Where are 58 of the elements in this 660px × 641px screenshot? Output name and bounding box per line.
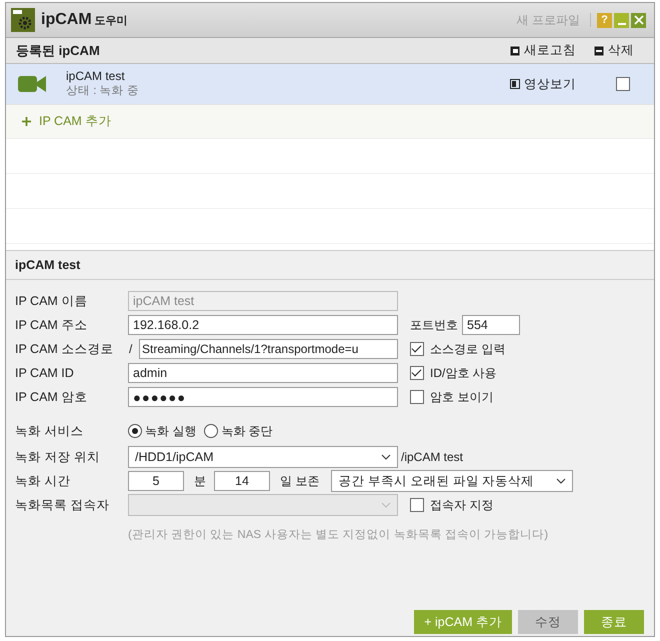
radio-label: 녹화 중단 [221,422,273,440]
field-label: IP CAM 이름 [15,292,88,310]
checkbox-label: 소스경로 입력 [430,340,506,358]
minus-square-icon [594,46,604,56]
field-label: 녹화 서비스 [15,422,84,440]
refresh-button[interactable]: 새로고침 [510,42,576,59]
chevron-down-icon [381,454,391,460]
checkbox-label: ID/암호 사용 [430,364,497,382]
camera-checkbox[interactable] [616,77,630,91]
radio-button[interactable] [204,424,218,438]
days-field[interactable]: 14 [214,471,270,491]
id-field[interactable]: admin [128,363,398,383]
checkbox[interactable] [410,390,424,404]
close-button[interactable] [631,12,646,28]
close-icon [632,13,646,27]
list-title: 등록된 ipCAM [16,42,100,60]
field-label: IP CAM 주소 [15,316,88,334]
radio-button[interactable] [128,424,142,438]
field-label: 녹화목록 접속자 [15,496,110,514]
checkbox[interactable] [410,342,424,356]
chevron-down-icon [556,478,566,484]
view-video-button[interactable]: 영상보기 [510,76,576,92]
checkbox[interactable] [410,366,424,380]
path-suffix: /ipCAM test [401,450,464,464]
policy-dropdown[interactable]: 공간 부족시 오래된 파일 자동삭제 [331,470,574,492]
password-field[interactable]: ●●●●●● [128,387,398,407]
app-logo-icon [11,8,35,32]
field-label: 녹화 시간 [15,472,72,490]
location-dropdown[interactable]: /HDD1/ipCAM [128,446,398,468]
checkbox-label: 암호 보이기 [430,388,494,406]
camera-name: ipCAM test [66,69,126,84]
source-path-field[interactable]: Streaming/Channels/1?transportmode=u [139,339,398,359]
unit-label: 분 [194,472,206,490]
path-prefix: / [129,342,134,356]
video-icon [510,79,520,89]
window-subtitle: 도우미 [94,14,128,28]
video-camera-icon [18,74,46,94]
checkbox-label: 접속자 지정 [430,496,494,514]
radio-label: 녹화 실행 [145,422,196,440]
field-label: 녹화 저장 위치 [15,448,101,466]
address-field[interactable]: 192.168.0.2 [128,315,398,335]
minutes-field[interactable]: 5 [128,471,184,491]
delete-button[interactable]: 삭제 [594,42,634,59]
port-field[interactable]: 554 [462,315,520,335]
camera-item[interactable]: ipCAM test 상태 : 녹화 중 영상보기 [6,64,654,105]
plus-icon [22,117,31,126]
minimize-icon [618,23,626,25]
detail-title: ipCAM test [6,251,654,280]
field-label: IP CAM 소스경로 [15,340,114,358]
port-label: 포트번호 [410,316,458,334]
camera-status: 상태 : 녹화 중 [66,84,139,99]
field-label: IP CAM ID [15,366,75,380]
note-text: (관리자 권한이 있는 NAS 사용자는 별도 지정없이 녹화목록 접속이 가능합니다) [128,528,550,542]
action-button[interactable]: 수정 [518,610,578,634]
field-label: IP CAM 암호 [15,388,88,406]
window-title: ipCAM [41,11,92,29]
chevron-down-icon [381,502,391,508]
unit-label: 일 보존 [280,472,320,490]
